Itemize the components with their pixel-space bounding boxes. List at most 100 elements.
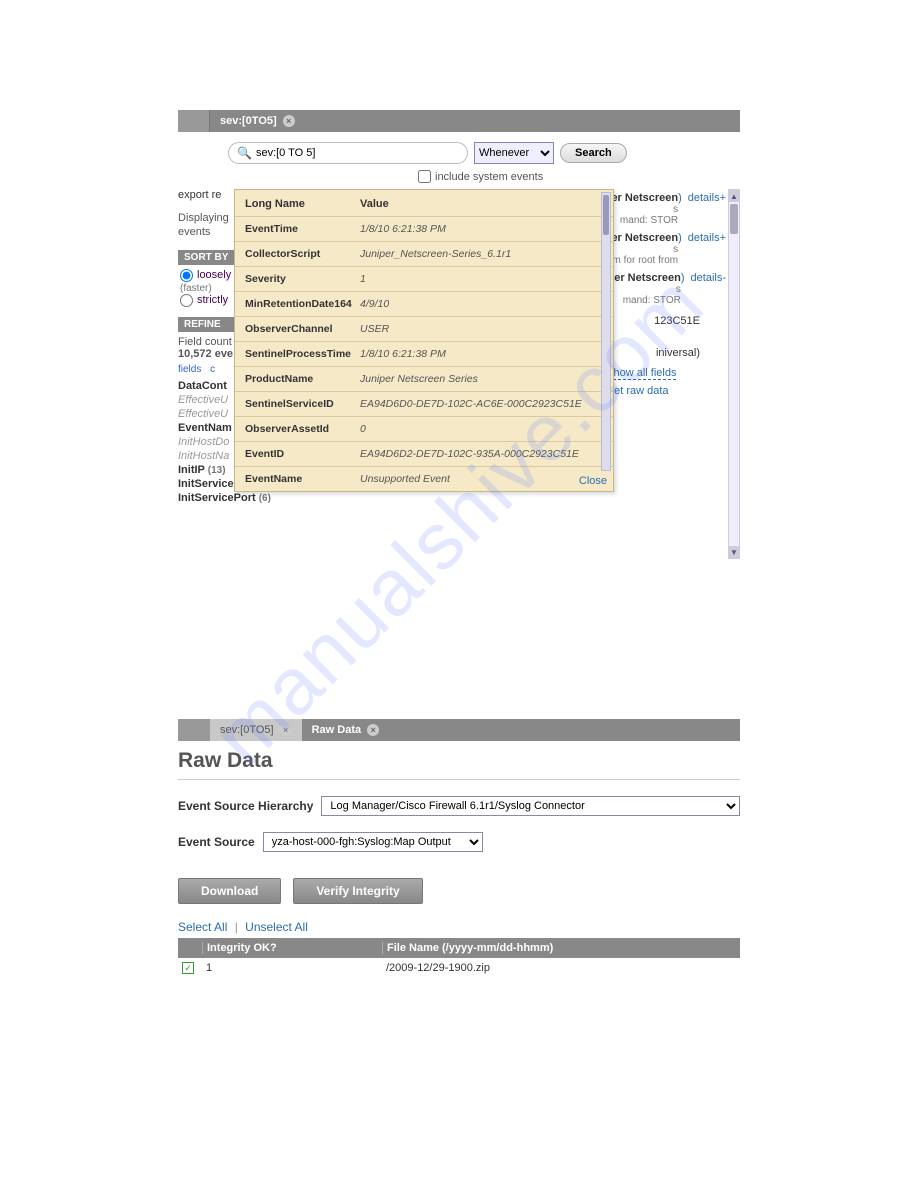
scroll-thumb[interactable] bbox=[730, 204, 738, 234]
tab-query[interactable]: sev:[0TO5] × bbox=[210, 110, 305, 132]
tooltip-row: EventNameUnsupported Event bbox=[235, 466, 613, 491]
fields-link[interactable]: fields bbox=[178, 364, 201, 375]
tooltip-value: USER bbox=[360, 323, 603, 335]
tooltip-value: EA94D6D0-DE7D-102C-AC6E-000C2923C51E bbox=[360, 398, 603, 410]
tab-filler bbox=[305, 110, 740, 132]
tab-bar: sev:[0TO5] × bbox=[178, 110, 740, 132]
include-label: include system events bbox=[435, 171, 543, 183]
source-select[interactable]: yza-host-000-fgh:Syslog:Map Output bbox=[263, 832, 483, 852]
hierarchy-select[interactable]: Log Manager/Cisco Firewall 6.1r1/Syslog … bbox=[321, 796, 740, 816]
tooltip-name: MinRetentionDate164 bbox=[245, 298, 360, 310]
unselect-all-link[interactable]: Unselect All bbox=[245, 920, 308, 934]
include-system-events[interactable]: include system events bbox=[418, 170, 740, 183]
tooltip-name: CollectorScript bbox=[245, 248, 360, 260]
include-checkbox[interactable] bbox=[418, 170, 431, 183]
close-icon[interactable]: × bbox=[283, 115, 295, 127]
separator: | bbox=[235, 920, 238, 934]
table-header: Integrity OK? File Name (/yyyy-mm/dd-hhm… bbox=[178, 938, 740, 958]
select-row: Select All | Unselect All bbox=[178, 920, 740, 934]
tab-raw-data[interactable]: Raw Data × bbox=[302, 719, 390, 741]
tooltip-name: ObserverChannel bbox=[245, 323, 360, 335]
tooltip-row: EventTime1/8/10 6:21:38 PM bbox=[235, 216, 613, 241]
paren: ) bbox=[678, 232, 682, 244]
source-row: Event Source yza-host-000-fgh:Syslog:Map… bbox=[178, 832, 740, 852]
tab-prev-query[interactable]: sev:[0TO5] × bbox=[210, 719, 302, 741]
tooltip-name: SentinelServiceID bbox=[245, 398, 360, 410]
show-all-fields-link[interactable]: show all fields bbox=[608, 367, 676, 380]
details-tooltip: Long Name Value EventTime1/8/10 6:21:38 … bbox=[234, 189, 614, 492]
close-icon[interactable]: × bbox=[280, 724, 292, 736]
raw-data-title: Raw Data bbox=[178, 741, 740, 780]
tooltip-name: ObserverAssetId bbox=[245, 423, 360, 435]
raw-tab-filler bbox=[389, 719, 740, 741]
result-text: er Netscreensmand: STOR bbox=[614, 272, 681, 306]
cell-filename: /2009-12/29-1900.zip bbox=[382, 962, 740, 974]
close-icon[interactable]: × bbox=[367, 724, 379, 736]
tooltip-value: 1/8/10 6:21:38 PM bbox=[360, 223, 603, 235]
tooltip-scrollbar[interactable] bbox=[601, 192, 611, 471]
whenever-select[interactable]: Whenever bbox=[474, 142, 554, 164]
tooltip-name: EventID bbox=[245, 448, 360, 460]
search-box[interactable]: 🔍 bbox=[228, 142, 468, 164]
tooltip-name: EventTime bbox=[245, 223, 360, 235]
tooltip-value: 1 bbox=[360, 273, 603, 285]
faster-note: (faster) bbox=[180, 283, 212, 294]
content-wrap: export re Displaying events SORT BY loos… bbox=[178, 189, 740, 559]
sidebar-field[interactable]: InitServicePort (6) bbox=[178, 491, 348, 505]
tooltip-name: Severity bbox=[245, 273, 360, 285]
tooltip-row: SentinelProcessTime1/8/10 6:21:38 PM bbox=[235, 341, 613, 366]
paren: ) bbox=[681, 272, 685, 284]
tooltip-value: 4/9/10 bbox=[360, 298, 603, 310]
tooltip-close-link[interactable]: Close bbox=[579, 475, 607, 487]
details-link[interactable]: details+ bbox=[688, 232, 726, 244]
raw-tab-bar: sev:[0TO5] × Raw Data × bbox=[178, 719, 740, 741]
scroll-up-icon[interactable]: ▲ bbox=[729, 190, 739, 202]
verify-integrity-button[interactable]: Verify Integrity bbox=[293, 878, 422, 904]
select-all-link[interactable]: Select All bbox=[178, 920, 227, 934]
tooltip-header: Long Name Value bbox=[235, 190, 613, 216]
download-button[interactable]: Download bbox=[178, 878, 281, 904]
cell-integrity: 1 bbox=[202, 962, 382, 974]
result-text: er Netscreensmand: STOR bbox=[611, 192, 678, 226]
tooltip-row: Severity1 bbox=[235, 266, 613, 291]
get-raw-data-link[interactable]: get raw data bbox=[608, 385, 669, 397]
search-icon: 🔍 bbox=[237, 146, 252, 160]
raw-home-tab[interactable] bbox=[178, 719, 210, 741]
table-row: ✓ 1 /2009-12/29-1900.zip bbox=[178, 958, 740, 978]
tab-prev-label: sev:[0TO5] bbox=[220, 724, 274, 736]
counts-link[interactable]: c bbox=[210, 364, 215, 375]
tooltip-name: SentinelProcessTime bbox=[245, 348, 360, 360]
row-checkbox[interactable]: ✓ bbox=[182, 962, 194, 974]
tooltip-scroll-thumb[interactable] bbox=[603, 195, 609, 235]
tooltip-row: ProductNameJuniper Netscreen Series bbox=[235, 366, 613, 391]
tooltip-value: EA94D6D2-DE7D-102C-935A-000C2923C51E bbox=[360, 448, 603, 460]
tooltip-name: ProductName bbox=[245, 373, 360, 385]
tab-label: sev:[0TO5] bbox=[220, 115, 277, 127]
source-label: Event Source bbox=[178, 835, 255, 849]
details-link[interactable]: details+ bbox=[688, 192, 726, 204]
col-filename: File Name (/yyyy-mm/dd-hhmm) bbox=[382, 942, 740, 954]
tooltip-row: CollectorScriptJuniper_Netscreen-Series_… bbox=[235, 241, 613, 266]
paren: ) bbox=[678, 192, 682, 204]
tooltip-row: MinRetentionDate1644/9/10 bbox=[235, 291, 613, 316]
search-button[interactable]: Search bbox=[560, 143, 627, 163]
scroll-down-icon[interactable]: ▼ bbox=[729, 546, 739, 558]
results-scrollbar[interactable]: ▲ ▼ bbox=[728, 189, 740, 559]
hierarchy-row: Event Source Hierarchy Log Manager/Cisco… bbox=[178, 796, 740, 816]
tooltip-row: ObserverChannelUSER bbox=[235, 316, 613, 341]
button-row: Download Verify Integrity bbox=[178, 878, 740, 904]
tooltip-col-value: Value bbox=[360, 198, 389, 210]
search-row: 🔍 Whenever Search bbox=[178, 132, 740, 170]
col-integrity: Integrity OK? bbox=[202, 942, 382, 954]
tooltip-value: Unsupported Event bbox=[360, 473, 603, 485]
result-text: er Netscreensm for root from bbox=[611, 232, 678, 266]
tooltip-row: ObserverAssetId0 bbox=[235, 416, 613, 441]
tab-raw-label: Raw Data bbox=[312, 724, 362, 736]
tooltip-name: EventName bbox=[245, 473, 360, 485]
search-input[interactable] bbox=[256, 147, 459, 159]
raw-data-section: sev:[0TO5] × Raw Data × Raw Data Event S… bbox=[178, 719, 740, 978]
tooltip-value: Juniper Netscreen Series bbox=[360, 373, 603, 385]
details-link[interactable]: details- bbox=[691, 272, 726, 284]
tooltip-value: Juniper_Netscreen-Series_6.1r1 bbox=[360, 248, 603, 260]
home-tab[interactable] bbox=[178, 110, 210, 132]
